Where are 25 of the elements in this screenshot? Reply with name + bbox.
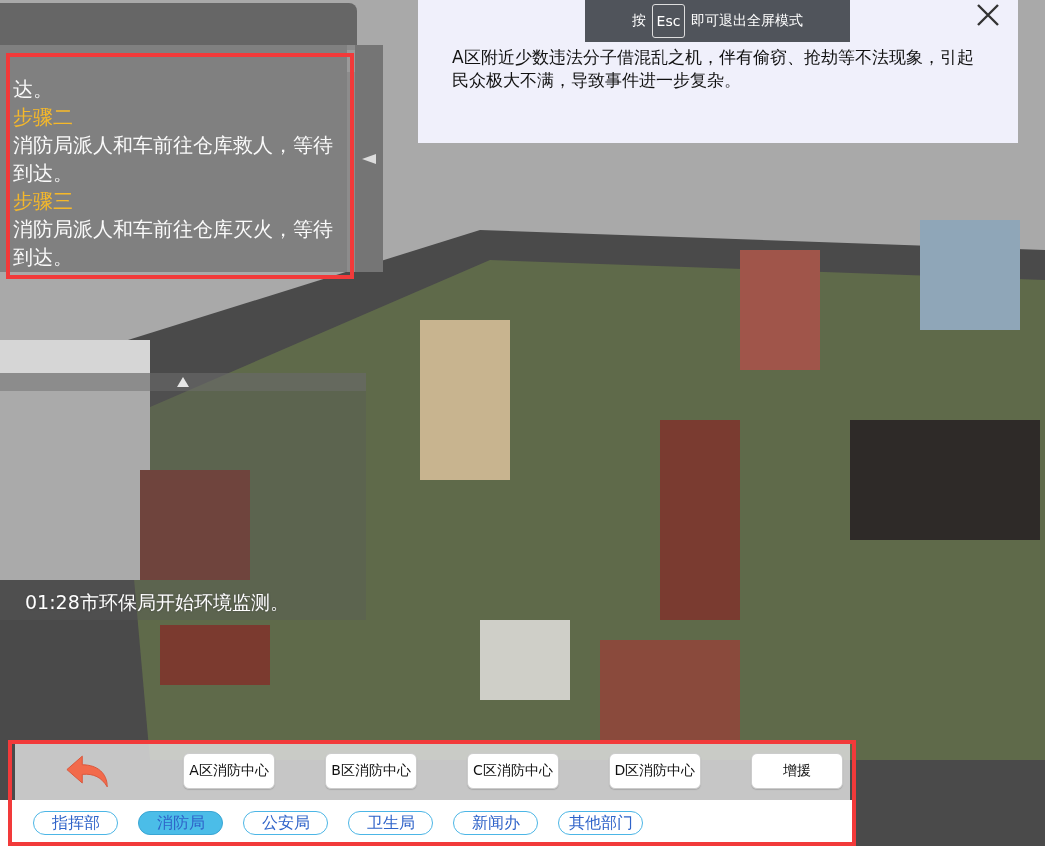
esc-key: Esc: [651, 4, 686, 38]
action-button[interactable]: 增援: [751, 753, 843, 789]
triangle-left-icon[interactable]: [362, 153, 376, 164]
action-button[interactable]: A区消防中心: [183, 753, 275, 789]
step-heading: 步骤三: [13, 188, 74, 215]
action-button[interactable]: D区消防中心: [609, 753, 701, 789]
hint-text: 按: [631, 12, 646, 30]
step-heading: 步骤二: [13, 104, 74, 131]
step-text: 消防局派人和车前往仓库救人，等待到达。: [13, 132, 333, 187]
triangle-up-icon[interactable]: [177, 377, 189, 387]
log-entry: 01:28市环保局开始环境监测。: [24, 590, 290, 615]
step-text: 消防局派人和车前往仓库灭火，等待到达。: [13, 216, 333, 271]
action-button[interactable]: B区消防中心: [325, 753, 417, 789]
action-button[interactable]: C区消防中心: [467, 753, 559, 789]
scrollbar[interactable]: [347, 45, 355, 272]
close-icon[interactable]: [976, 3, 1000, 27]
department-tab[interactable]: 其他部门: [558, 811, 643, 835]
department-tab[interactable]: 卫生局: [348, 811, 433, 835]
hint-text: 即可退出全屏模式: [691, 12, 804, 30]
department-tab[interactable]: 公安局: [243, 811, 328, 835]
notice-text: A区附近少数违法分子借混乱之机，伴有偷窃、抢劫等不法现象，引起民众极大不满，导致事件进一步复杂。: [452, 46, 975, 92]
department-tab[interactable]: 指挥部: [33, 811, 118, 835]
step-text: 达。: [13, 76, 54, 103]
scroll-thumb[interactable]: [347, 50, 355, 72]
department-tab[interactable]: 新闻办: [453, 811, 538, 835]
